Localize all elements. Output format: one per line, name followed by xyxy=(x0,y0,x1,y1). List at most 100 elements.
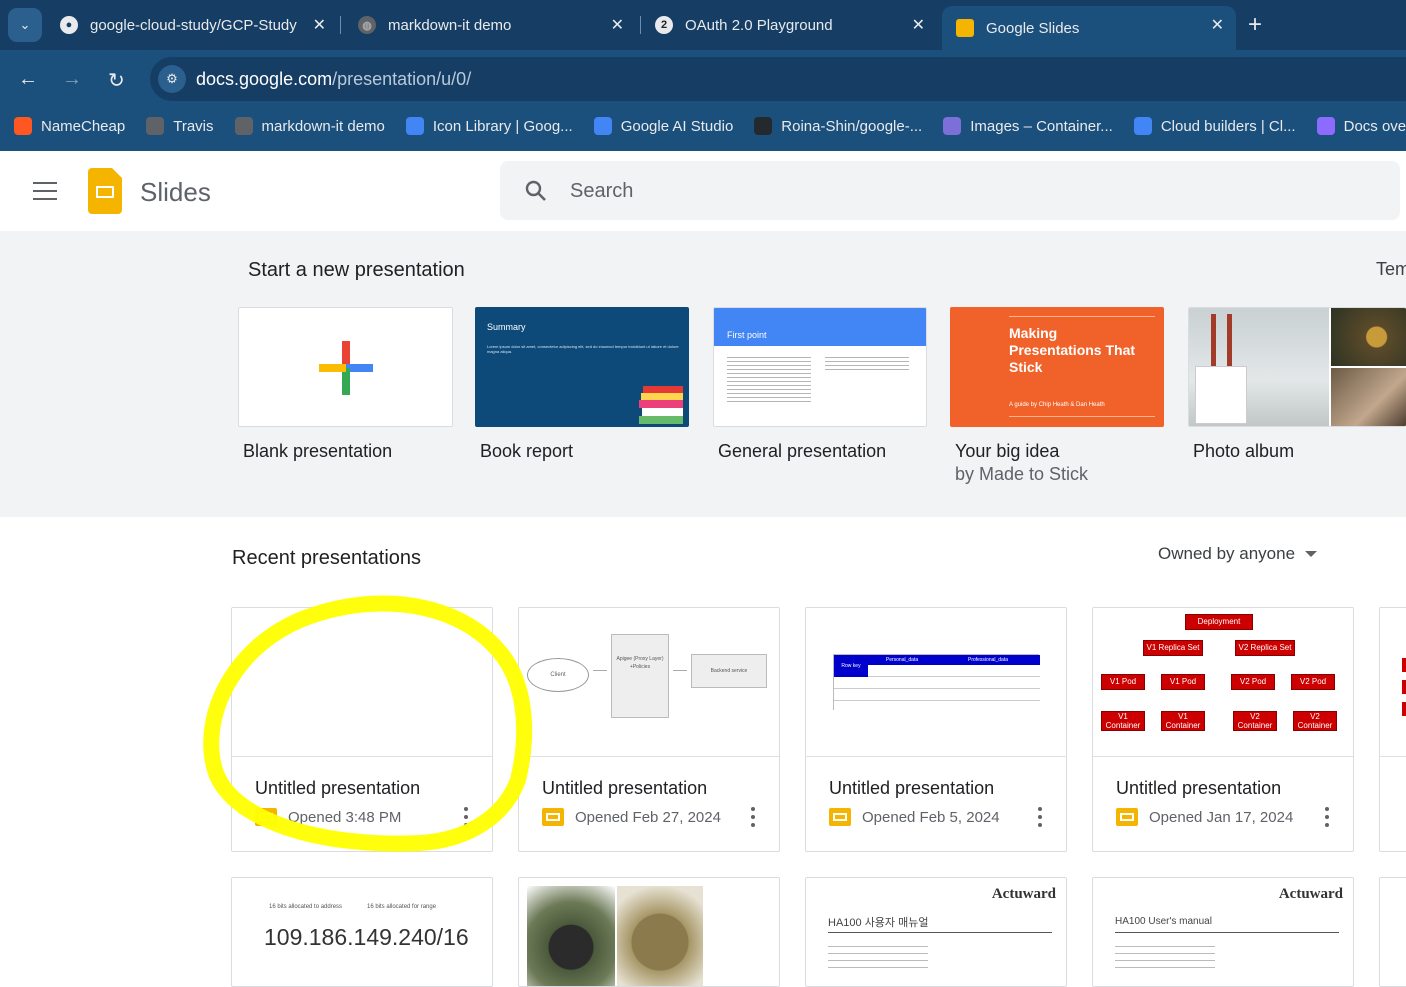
search-box[interactable] xyxy=(500,161,1400,220)
new-tab-button[interactable]: + xyxy=(1248,11,1262,39)
client-ellipse: Client xyxy=(527,658,589,692)
bookmark-label: markdown-it demo xyxy=(261,117,385,135)
bookmark-item[interactable]: Images – Container... xyxy=(943,117,1113,135)
bookmark-item[interactable]: Icon Library | Goog... xyxy=(405,117,573,135)
more-options-icon[interactable] xyxy=(1038,807,1042,827)
bookmark-label: Docs ove xyxy=(1343,117,1406,135)
template-label[interactable]: Book report xyxy=(480,441,573,462)
close-icon[interactable]: ✕ xyxy=(1211,15,1224,35)
globe-icon xyxy=(234,117,253,135)
template-heading: Start a new presentation xyxy=(248,259,465,281)
close-icon[interactable]: ✕ xyxy=(912,15,925,35)
doc-opened: Opened 3:48 PM xyxy=(288,808,402,826)
tab-strip: ⌄ ● google-cloud-study/GCP-Study ✕ ◍ mar… xyxy=(0,0,1406,50)
backpack-photo xyxy=(617,886,703,986)
doc-title: Untitled presentation xyxy=(255,778,421,798)
template-photo-album[interactable] xyxy=(1188,307,1406,427)
forward-arrow-icon[interactable]: → xyxy=(62,68,82,91)
app-name[interactable]: Slides xyxy=(140,177,211,208)
doc-card[interactable]: Untitled presentation Opened 3:48 PM xyxy=(231,607,493,852)
close-icon[interactable]: ✕ xyxy=(313,15,326,35)
row-key-cell: Row key xyxy=(834,655,868,677)
browser-chrome: ⌄ ● google-cloud-study/GCP-Study ✕ ◍ mar… xyxy=(0,0,1406,151)
bookmark-item[interactable]: markdown-it demo xyxy=(234,117,385,135)
bookmark-label: NameCheap xyxy=(41,117,126,135)
doc-thumbnail xyxy=(1380,608,1406,757)
doc-title: Untitled presentation xyxy=(542,778,708,798)
doc-card[interactable] xyxy=(518,877,780,987)
template-book-report[interactable]: Summary Lorem ipsum dolor sit amet, cons… xyxy=(475,307,689,427)
ai-studio-icon xyxy=(593,117,612,135)
template-general[interactable]: First point xyxy=(713,307,927,427)
bookmark-item[interactable]: Travis xyxy=(146,117,214,135)
template-gallery: Start a new presentation Tem Blank prese… xyxy=(0,231,1406,517)
close-icon[interactable]: ✕ xyxy=(611,15,624,35)
template-label[interactable]: Photo album xyxy=(1193,441,1294,462)
template-label[interactable]: General presentation xyxy=(718,441,886,462)
url-path: /presentation/u/0/ xyxy=(332,68,472,89)
bookmark-item[interactable]: Roina-Shin/google-... xyxy=(754,117,922,135)
owner-filter-dropdown[interactable]: Owned by anyone xyxy=(1158,544,1318,564)
slides-icon xyxy=(542,808,564,826)
brand-logo: Actuward xyxy=(1278,886,1343,902)
doc-meta: Opened Jan 17, 2024 xyxy=(1116,808,1293,826)
more-options-icon[interactable] xyxy=(1325,807,1329,827)
doc-card[interactable]: Client Apigee (Proxy Layer) +Policies Ba… xyxy=(518,607,780,852)
owner-filter-label: Owned by anyone xyxy=(1158,544,1296,563)
bookmark-item[interactable]: Google AI Studio xyxy=(593,117,734,135)
doc-card[interactable] xyxy=(1379,877,1406,987)
doc-card[interactable]: Actuward HA100 사용자 매뉴얼 xyxy=(805,877,1067,987)
thumb-title: Making Presentations That Stick xyxy=(1009,325,1136,375)
reload-icon[interactable]: ↻ xyxy=(108,68,125,93)
thumb-text: A guide by Chip Heath & Dan Heath xyxy=(1009,402,1105,408)
template-label[interactable]: Your big idea xyxy=(955,441,1059,462)
search-input[interactable] xyxy=(570,176,1350,206)
bookmark-item[interactable]: Docs ove xyxy=(1316,117,1406,135)
bookmark-label: Google AI Studio xyxy=(620,117,734,135)
template-label[interactable]: Blank presentation xyxy=(243,441,392,462)
template-big-idea[interactable]: Making Presentations That Stick A guide … xyxy=(950,307,1164,427)
doc-card[interactable]: Row key Personal_data Professional_data … xyxy=(805,607,1067,852)
slides-logo-icon[interactable] xyxy=(88,168,122,214)
more-options-icon[interactable] xyxy=(751,807,755,827)
github-icon: ● xyxy=(60,16,78,34)
template-gallery-link[interactable]: Tem xyxy=(1376,259,1406,280)
namecheap-icon xyxy=(14,117,32,135)
leaf-photo xyxy=(1331,308,1406,366)
thumb-lines xyxy=(825,354,909,372)
doc-card[interactable]: 16 bits allocated to address 16 bits all… xyxy=(231,877,493,987)
back-arrow-icon[interactable]: ← xyxy=(18,68,38,91)
recent-presentations: Recent presentations Owned by anyone Unt… xyxy=(0,517,1406,987)
bookmark-item[interactable]: Cloud builders | Cl... xyxy=(1133,117,1296,135)
google-cloud-icon xyxy=(405,117,424,135)
bookmark-item[interactable]: NameCheap xyxy=(14,117,125,135)
doc-card[interactable]: Deployment V1 Replica Set V2 Replica Set… xyxy=(1092,607,1354,852)
search-icon[interactable] xyxy=(524,179,548,203)
belt-photo xyxy=(527,886,615,986)
more-options-icon[interactable] xyxy=(464,807,468,827)
tab-markdown-it[interactable]: ◍ markdown-it demo ✕ xyxy=(344,6,636,44)
recent-heading: Recent presentations xyxy=(232,547,422,569)
tab-title: google-cloud-study/GCP-Study xyxy=(90,16,297,34)
brand-logo: Actuward xyxy=(991,886,1056,902)
address-bar[interactable]: ⚙ docs.google.com/presentation/u/0/ xyxy=(150,57,1406,101)
bridge-photo xyxy=(1189,308,1329,426)
doc-meta: Opened 3:48 PM xyxy=(255,808,401,826)
container-icon xyxy=(943,117,962,135)
template-blank[interactable] xyxy=(238,307,453,427)
tab-google-slides[interactable]: Google Slides ✕ xyxy=(942,6,1236,50)
doc-card[interactable] xyxy=(1379,607,1406,852)
tab-title: OAuth 2.0 Playground xyxy=(685,16,833,34)
manual-title: HA100 사용자 매뉴얼 xyxy=(828,917,929,929)
main-menu-icon[interactable] xyxy=(33,182,57,200)
doc-card[interactable]: Actuward HA100 User's manual xyxy=(1092,877,1354,987)
tab-gcp-study[interactable]: ● google-cloud-study/GCP-Study ✕ xyxy=(46,6,338,44)
bookmark-label: Travis xyxy=(173,117,214,135)
url-host: docs.google.com xyxy=(196,68,333,89)
site-info-icon[interactable]: ⚙ xyxy=(158,65,186,93)
doc-opened: Opened Jan 17, 2024 xyxy=(1149,808,1294,826)
tab-search-button[interactable]: ⌄ xyxy=(8,8,42,42)
table-thumb: Row key Personal_data Professional_data xyxy=(833,654,1040,711)
bookmark-label: Images – Container... xyxy=(970,117,1113,135)
tab-oauth-playground[interactable]: 2 OAuth 2.0 Playground ✕ xyxy=(641,6,937,44)
